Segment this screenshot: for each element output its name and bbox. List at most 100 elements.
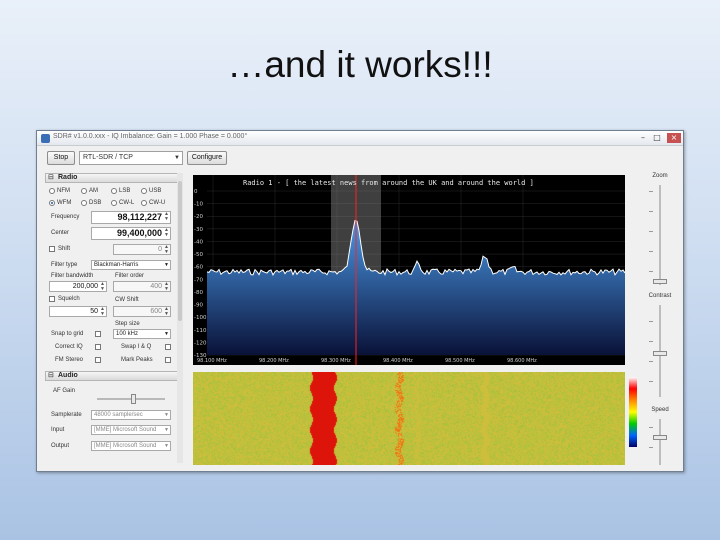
- mode-radio-am[interactable]: [81, 188, 87, 194]
- spinner-icon: ▲ ▼: [164, 227, 169, 238]
- swap-iq-checkbox[interactable]: [165, 344, 171, 350]
- x-tick-label: 98.500 MHz: [445, 358, 475, 364]
- correct-iq-checkbox[interactable]: [95, 344, 101, 350]
- frequency-value: 98,112,227: [117, 212, 162, 222]
- mode-radio-nfm[interactable]: [49, 188, 55, 194]
- step-size-select[interactable]: 100 kHz ▼: [113, 329, 171, 339]
- shift-label: Shift: [58, 246, 71, 252]
- spectrum-fill: [207, 220, 625, 355]
- spinner-icon: ▲ ▼: [164, 306, 169, 317]
- source-select[interactable]: RTL-SDR / TCP ▼: [79, 151, 183, 165]
- close-button[interactable]: ×: [667, 133, 681, 143]
- cw-shift-input[interactable]: 600 ▲ ▼: [113, 306, 171, 317]
- maximize-button[interactable]: □: [651, 133, 663, 143]
- snap-to-grid-checkbox[interactable]: [95, 331, 101, 337]
- squelch-input[interactable]: 50 ▲ ▼: [49, 306, 107, 317]
- chevron-down-icon: ▼: [164, 443, 169, 449]
- audio-output-select[interactable]: [MME] Microsoft Sound ▼: [91, 441, 171, 451]
- title-bar[interactable]: SDR# v1.0.0.xxx - IQ Imbalance: Gain = 1…: [37, 131, 683, 146]
- mode-radio-cwl[interactable]: [111, 200, 117, 206]
- mode-radio-usb[interactable]: [141, 188, 147, 194]
- center-label: Center: [51, 230, 70, 236]
- x-tick-label: 98.100 MHz: [197, 358, 227, 364]
- tick-mark: [649, 381, 653, 382]
- scrollbar-thumb[interactable]: [178, 181, 182, 321]
- filter-type-label: Filter type: [51, 262, 78, 268]
- spectrum-y-axis: 0 -10 -20 -30 -40 -50 -60 -70 -80 -90 -100 -110 -120…: [194, 189, 207, 359]
- zoom-slider-thumb[interactable]: [653, 279, 667, 284]
- filter-order-value: 400: [150, 283, 162, 290]
- tick-mark: [649, 211, 653, 212]
- toolbar: Stop RTL-SDR / TCP ▼ Configure: [37, 147, 683, 169]
- filter-type-select[interactable]: Blackman-Harris ▼: [91, 260, 171, 270]
- y-tick-label: -40: [194, 239, 203, 245]
- tick-mark: [649, 341, 653, 342]
- mode-radio-cwu[interactable]: [141, 200, 147, 206]
- right-control-bar: Zoom Contrast Speed: [641, 171, 679, 471]
- tick-mark: [649, 251, 653, 252]
- waterfall-color-scale: [629, 377, 637, 447]
- correct-iq-label: Correct IQ: [55, 344, 83, 350]
- waterfall-display[interactable]: [193, 372, 625, 465]
- control-panel: ⊟ Radio NFM AM LSB USB WFM DSB CW-L CW-U …: [43, 171, 185, 469]
- stop-button[interactable]: Stop: [47, 151, 75, 165]
- zoom-label: Zoom: [652, 173, 668, 179]
- squelch-checkbox[interactable]: [49, 296, 55, 302]
- filter-bandwidth-label: Filter bandwidth: [51, 273, 94, 279]
- y-tick-label: -60: [194, 265, 203, 271]
- y-tick-label: -100: [194, 315, 207, 321]
- mode-label-dsb: DSB: [89, 200, 102, 206]
- mode-label-wfm: WFM: [57, 200, 72, 206]
- tick-mark: [649, 447, 653, 448]
- shift-input[interactable]: 0 ▲ ▼: [113, 244, 171, 255]
- mode-radio-lsb[interactable]: [111, 188, 117, 194]
- center-value: 99,400,000: [116, 228, 162, 238]
- audio-output-value: [MME] Microsoft Sound: [94, 443, 157, 449]
- x-tick-label: 98.200 MHz: [259, 358, 289, 364]
- spinner-icon: ▲ ▼: [164, 244, 169, 255]
- fm-stereo-checkbox[interactable]: [95, 357, 101, 363]
- y-tick-label: 0: [194, 189, 198, 195]
- mark-peaks-checkbox[interactable]: [165, 357, 171, 363]
- configure-button[interactable]: Configure: [187, 151, 227, 165]
- speed-slider-thumb[interactable]: [653, 435, 667, 440]
- step-size-label: Step size: [115, 321, 140, 327]
- swap-iq-label: Swap I & Q: [121, 344, 152, 350]
- y-tick-label: -10: [194, 202, 203, 208]
- radio-section-label: Radio: [58, 174, 78, 181]
- cw-shift-value: 600: [150, 308, 162, 315]
- contrast-slider-thumb[interactable]: [653, 351, 667, 356]
- zoom-track[interactable]: [659, 185, 661, 285]
- mode-radio-wfm[interactable]: [49, 200, 55, 206]
- samplerate-select[interactable]: 48000 sample/sec ▼: [91, 410, 171, 420]
- x-tick-label: 98.400 MHz: [383, 358, 413, 364]
- panel-scrollbar[interactable]: [177, 173, 183, 463]
- y-tick-label: -120: [194, 340, 207, 346]
- radio-section-header[interactable]: ⊟ Radio: [45, 173, 181, 183]
- cw-shift-label: CW Shift: [115, 297, 139, 303]
- minimize-button[interactable]: –: [637, 133, 649, 143]
- app-icon: [41, 134, 50, 143]
- center-input[interactable]: 99,400,000 ▲ ▼: [91, 227, 171, 240]
- filter-order-input[interactable]: 400 ▲ ▼: [113, 281, 171, 292]
- rds-text: Radio 1 - [ the latest news from around …: [243, 179, 534, 187]
- audio-section-header[interactable]: ⊟ Audio: [45, 371, 181, 381]
- y-tick-label: -90: [194, 303, 203, 309]
- speed-track[interactable]: [659, 419, 661, 465]
- audio-input-select[interactable]: [MME] Microsoft Sound ▼: [91, 425, 171, 435]
- mode-radio-dsb[interactable]: [81, 200, 87, 206]
- shift-checkbox[interactable]: [49, 246, 55, 252]
- tick-mark: [649, 427, 653, 428]
- samplerate-value: 48000 sample/sec: [94, 412, 143, 418]
- filter-bandwidth-input[interactable]: 200,000 ▲ ▼: [49, 281, 107, 292]
- fm-stereo-label: FM Stereo: [55, 357, 84, 363]
- spectrum-x-axis: 98.100 MHz 98.200 MHz 98.300 MHz 98.400 MHz…: [197, 358, 537, 364]
- y-tick-label: -110: [194, 328, 207, 334]
- frequency-input[interactable]: 98,112,227 ▲ ▼: [91, 211, 171, 224]
- y-tick-label: -20: [194, 214, 203, 220]
- filter-bandwidth-value: 200,000: [72, 283, 98, 290]
- spectrum-display[interactable]: Radio 1 - [ the latest news from around …: [193, 175, 625, 365]
- contrast-label: Contrast: [648, 293, 672, 299]
- y-tick-label: -70: [194, 277, 203, 283]
- af-gain-thumb[interactable]: [131, 394, 136, 404]
